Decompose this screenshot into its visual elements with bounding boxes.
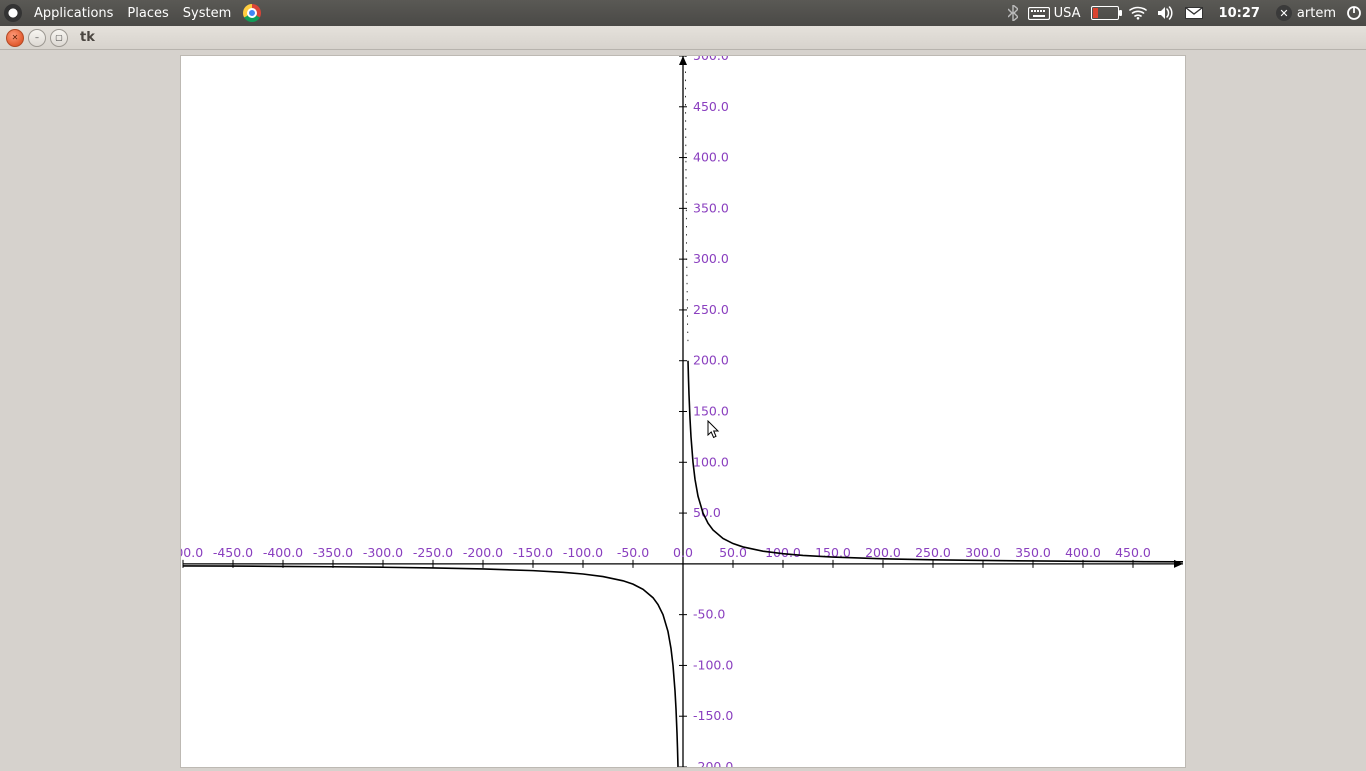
- window-maximize-button[interactable]: ▢: [50, 29, 68, 47]
- username-label: artem: [1297, 6, 1336, 21]
- y-tick-label: 450.0: [693, 99, 729, 114]
- volume-icon[interactable]: [1157, 6, 1175, 20]
- x-tick-label: -250.0: [413, 545, 453, 560]
- x-tick-label: -100.0: [563, 545, 603, 560]
- wifi-icon[interactable]: [1129, 6, 1147, 20]
- window-title: tk: [80, 30, 95, 45]
- y-tick-label: -100.0: [693, 657, 733, 672]
- menu-system[interactable]: System: [177, 6, 237, 21]
- mail-icon[interactable]: [1185, 7, 1203, 19]
- y-tick-label: 300.0: [693, 251, 729, 266]
- y-tick-label: 250.0: [693, 302, 729, 317]
- y-tick-label: 50.0: [693, 505, 721, 520]
- y-tick-label: 200.0: [693, 353, 729, 368]
- menu-applications[interactable]: Applications: [28, 6, 119, 21]
- x-tick-label: 300.0: [965, 545, 1001, 560]
- x-tick-label: 450.0: [1115, 545, 1151, 560]
- chrome-launcher-icon[interactable]: [243, 4, 261, 22]
- battery-icon[interactable]: [1091, 6, 1119, 20]
- ubuntu-logo-icon[interactable]: [4, 4, 22, 22]
- x-tick-label: -500.0: [181, 545, 203, 560]
- y-tick-label: -150.0: [693, 708, 733, 723]
- window-minimize-button[interactable]: –: [28, 29, 46, 47]
- x-tick-label: 250.0: [915, 545, 951, 560]
- x-tick-label: -50.0: [617, 545, 649, 560]
- clock[interactable]: 10:27: [1213, 6, 1266, 21]
- keyboard-layout-indicator[interactable]: USA: [1028, 6, 1081, 21]
- x-tick-label: -450.0: [213, 545, 253, 560]
- x-tick-label: -150.0: [513, 545, 553, 560]
- x-tick-label: -300.0: [363, 545, 403, 560]
- y-tick-label: 150.0: [693, 404, 729, 419]
- y-tick-label: -200.0: [693, 759, 733, 767]
- plot-window: -500.0 -450.0 -400.0 -350.0 -300.0 -250.0 -200…: [180, 55, 1186, 768]
- x-tick-label: 400.0: [1065, 545, 1101, 560]
- gnome-top-panel: Applications Places System USA 10:27 ✕ a…: [0, 0, 1366, 26]
- y-tick-label: 350.0: [693, 200, 729, 215]
- menu-places[interactable]: Places: [121, 6, 174, 21]
- curve-negative-branch: [183, 566, 678, 767]
- user-menu[interactable]: ✕ artem: [1276, 5, 1336, 21]
- plot-canvas: -500.0 -450.0 -400.0 -350.0 -300.0 -250.0 -200…: [181, 56, 1185, 767]
- y-tick-label: 500.0: [693, 56, 729, 63]
- x-tick-label: -200.0: [463, 545, 503, 560]
- x-tick-label: -400.0: [263, 545, 303, 560]
- user-badge-icon: ✕: [1276, 5, 1292, 21]
- bluetooth-icon[interactable]: [1008, 5, 1018, 21]
- window-close-button[interactable]: ✕: [6, 29, 24, 47]
- x-tick-label: -350.0: [313, 545, 353, 560]
- window-title-bar: ✕ – ▢ tk: [0, 26, 1366, 50]
- power-icon[interactable]: [1346, 5, 1362, 21]
- y-tick-label: 400.0: [693, 150, 729, 165]
- x-tick-label: 0.0: [673, 545, 693, 560]
- keyboard-layout-label: USA: [1054, 6, 1081, 21]
- desktop: -500.0 -450.0 -400.0 -350.0 -300.0 -250.0 -200…: [0, 50, 1366, 768]
- curve-positive-branch: [688, 361, 1183, 562]
- y-tick-label: 100.0: [693, 454, 729, 469]
- curve-dotted-extension: [685, 56, 688, 340]
- x-tick-label: 350.0: [1015, 545, 1051, 560]
- y-tick-label: -50.0: [693, 607, 725, 622]
